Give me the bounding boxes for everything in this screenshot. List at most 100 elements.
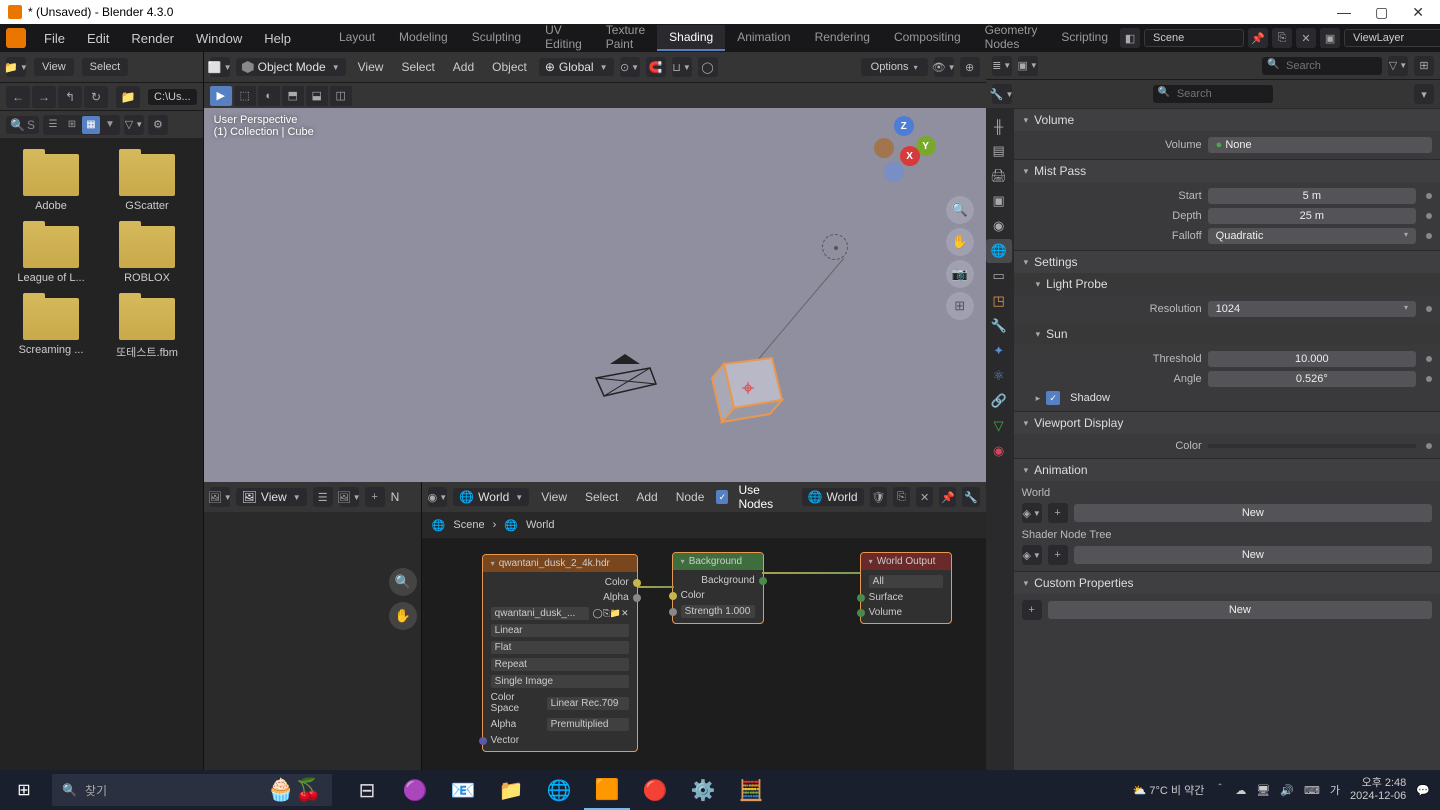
node-canvas[interactable]: ▾qwantani_dusk_2_4k.hdr Color Alpha qwan… bbox=[422, 538, 986, 772]
editor-type-props-icon[interactable]: 🔧▼ bbox=[992, 84, 1012, 104]
new-shader-action-button[interactable]: New bbox=[1074, 546, 1432, 564]
editor-type-icon[interactable]: 📁▼ bbox=[6, 57, 26, 77]
use-nodes-checkbox[interactable]: ✓ bbox=[716, 490, 728, 504]
fb-select-menu[interactable]: Select bbox=[82, 58, 129, 76]
options-icon[interactable]: ▾ bbox=[1414, 84, 1434, 104]
strength-field[interactable]: Strength 1.000 bbox=[681, 605, 755, 618]
pivot-icon[interactable]: ⊙▼ bbox=[620, 57, 640, 77]
world-datablock[interactable]: 🌐World bbox=[802, 488, 864, 506]
tab-shading[interactable]: Shading bbox=[657, 25, 725, 51]
colorspace-field[interactable]: Linear Rec.709 bbox=[547, 697, 629, 710]
settings-icon[interactable]: ⚙️ bbox=[680, 770, 726, 810]
window-close-button[interactable]: ✕ bbox=[1412, 4, 1424, 21]
window-maximize-button[interactable]: ▢ bbox=[1375, 4, 1388, 21]
node-world-output[interactable]: ▾World Output All Surface Volume bbox=[860, 552, 952, 624]
section-viewport-display[interactable]: ▾Viewport Display bbox=[1014, 412, 1440, 434]
path-field[interactable]: C:\Us... bbox=[148, 89, 197, 105]
shadow-checkbox[interactable]: ✓ bbox=[1046, 391, 1060, 405]
img-zoom-icon[interactable]: 🔍 bbox=[389, 568, 417, 596]
display-thumb-icon[interactable]: ▦ bbox=[82, 116, 100, 134]
menu-edit[interactable]: Edit bbox=[77, 28, 119, 49]
tab-output-icon[interactable]: 🖨 bbox=[986, 164, 1012, 188]
editor-type-shader-icon[interactable]: ◉▼ bbox=[428, 487, 448, 507]
tab-compositing[interactable]: Compositing bbox=[882, 25, 973, 51]
source-field[interactable]: Single Image bbox=[491, 675, 629, 688]
tab-sculpting[interactable]: Sculpting bbox=[460, 25, 533, 51]
snap-icon[interactable]: 🧲 bbox=[646, 57, 666, 77]
cube-object[interactable] bbox=[704, 348, 782, 426]
tab-viewlayer-icon[interactable]: ▣ bbox=[986, 189, 1012, 213]
tab-data-icon[interactable]: ▽ bbox=[986, 414, 1012, 438]
image-browse-icon[interactable]: 🖼▼ bbox=[339, 487, 359, 507]
folder-test-fbm[interactable]: 또테스트.fbm bbox=[102, 294, 192, 364]
filter-icon[interactable]: ▽▼ bbox=[124, 115, 144, 135]
visibility-icon[interactable]: 👁▼ bbox=[934, 57, 954, 77]
nav-new-folder-button[interactable]: 📁 bbox=[116, 86, 140, 108]
mode-selector[interactable]: Object Mode ▼ bbox=[236, 58, 346, 76]
orientation-selector[interactable]: ⊕ Global ▼ bbox=[539, 58, 614, 76]
axis-x-icon[interactable]: X bbox=[900, 146, 920, 166]
new-property-button[interactable]: New bbox=[1048, 601, 1432, 619]
layer-browse-icon[interactable]: ▣ bbox=[1320, 28, 1340, 48]
world-unlink-icon[interactable]: ✕ bbox=[916, 487, 933, 507]
section-light-probe[interactable]: ▾Light Probe bbox=[1014, 273, 1440, 295]
task-view-icon[interactable]: ⊟ bbox=[344, 770, 390, 810]
tool-select-lasso-icon[interactable]: ⬒ bbox=[282, 86, 304, 106]
action-browse-icon2[interactable]: ◈▼ bbox=[1022, 545, 1042, 565]
tab-physics-icon[interactable]: ⚛ bbox=[986, 364, 1012, 388]
scene-delete-icon[interactable]: ✕ bbox=[1296, 28, 1316, 48]
calculator-icon[interactable]: 🧮 bbox=[728, 770, 774, 810]
copilot-icon[interactable]: 🟣 bbox=[392, 770, 438, 810]
tool-select-5-icon[interactable]: ◫ bbox=[330, 86, 352, 106]
vp-select-menu[interactable]: Select bbox=[395, 58, 440, 76]
node-env-texture[interactable]: ▾qwantani_dusk_2_4k.hdr Color Alpha qwan… bbox=[482, 554, 638, 752]
edge-icon[interactable]: 🌐 bbox=[536, 770, 582, 810]
tab-modeling[interactable]: Modeling bbox=[387, 25, 460, 51]
threshold-field[interactable]: 10.000 bbox=[1208, 351, 1416, 367]
tray-lang-icon[interactable]: 가 bbox=[1330, 782, 1340, 798]
new-collection-icon[interactable]: ⊞ bbox=[1414, 56, 1434, 76]
tab-world-icon[interactable]: 🌐 bbox=[986, 239, 1012, 263]
snap-mode-icon[interactable]: ⊔▼ bbox=[672, 57, 692, 77]
section-volume[interactable]: ▾Volume bbox=[1014, 109, 1440, 131]
tab-scripting[interactable]: Scripting bbox=[1049, 25, 1120, 51]
editor-type-3dview-icon[interactable]: ⬜▼ bbox=[210, 57, 230, 77]
ne-node-menu[interactable]: Node bbox=[670, 488, 711, 506]
settings-gear-icon[interactable]: ⚙ bbox=[148, 115, 168, 135]
section-custom-properties[interactable]: ▾Custom Properties bbox=[1014, 572, 1440, 594]
clock[interactable]: 오후 2:48 2024-12-06 bbox=[1350, 777, 1406, 803]
alpha-field[interactable]: Premultiplied bbox=[547, 718, 629, 731]
pin-icon[interactable]: 📌 bbox=[939, 487, 956, 507]
volume-value[interactable]: ● None bbox=[1208, 137, 1432, 153]
axis-neg2-icon[interactable] bbox=[884, 162, 904, 182]
tray-volume-icon[interactable]: 🔊 bbox=[1280, 784, 1294, 797]
camera-object[interactable] bbox=[590, 350, 650, 400]
fb-view-menu[interactable]: View bbox=[34, 58, 74, 76]
nav-up-button[interactable]: ↰ bbox=[58, 86, 82, 108]
vp-view-menu[interactable]: View bbox=[352, 58, 390, 76]
light-object[interactable] bbox=[822, 234, 848, 260]
nav-forward-button[interactable]: → bbox=[32, 86, 56, 108]
img-pan-icon[interactable]: ✋ bbox=[389, 602, 417, 630]
target-field[interactable]: All bbox=[869, 575, 943, 588]
mist-start-field[interactable]: 5 m bbox=[1208, 188, 1416, 204]
tray-ime-icon[interactable]: ⌨ bbox=[1304, 784, 1320, 797]
menu-help[interactable]: Help bbox=[254, 28, 301, 49]
taskbar-search[interactable]: 🔍찾기🧁🍒 bbox=[52, 774, 332, 806]
shader-type-selector[interactable]: 🌐World▼ bbox=[453, 488, 529, 506]
tab-material-icon[interactable]: ◉ bbox=[986, 439, 1012, 463]
tab-rendering[interactable]: Rendering bbox=[803, 25, 882, 51]
resolution-field[interactable]: 1024▾ bbox=[1208, 301, 1416, 317]
pan-icon[interactable]: ✋ bbox=[946, 228, 974, 256]
tab-render-icon[interactable]: ▤ bbox=[986, 139, 1012, 163]
scene-new-icon[interactable]: ⎘ bbox=[1272, 28, 1292, 48]
proj-field[interactable]: Flat bbox=[491, 641, 629, 654]
image-new-icon[interactable]: + bbox=[365, 487, 385, 507]
image-more-icon[interactable]: ☰ bbox=[313, 487, 333, 507]
ne-view-menu[interactable]: View bbox=[535, 488, 573, 506]
nav-back-button[interactable]: ← bbox=[6, 86, 30, 108]
bc-scene[interactable]: Scene bbox=[453, 519, 484, 531]
outliner-search-input[interactable] bbox=[1262, 57, 1382, 75]
action-browse-icon[interactable]: ◈▼ bbox=[1022, 503, 1042, 523]
display-list-icon[interactable]: ☰ bbox=[44, 116, 62, 134]
